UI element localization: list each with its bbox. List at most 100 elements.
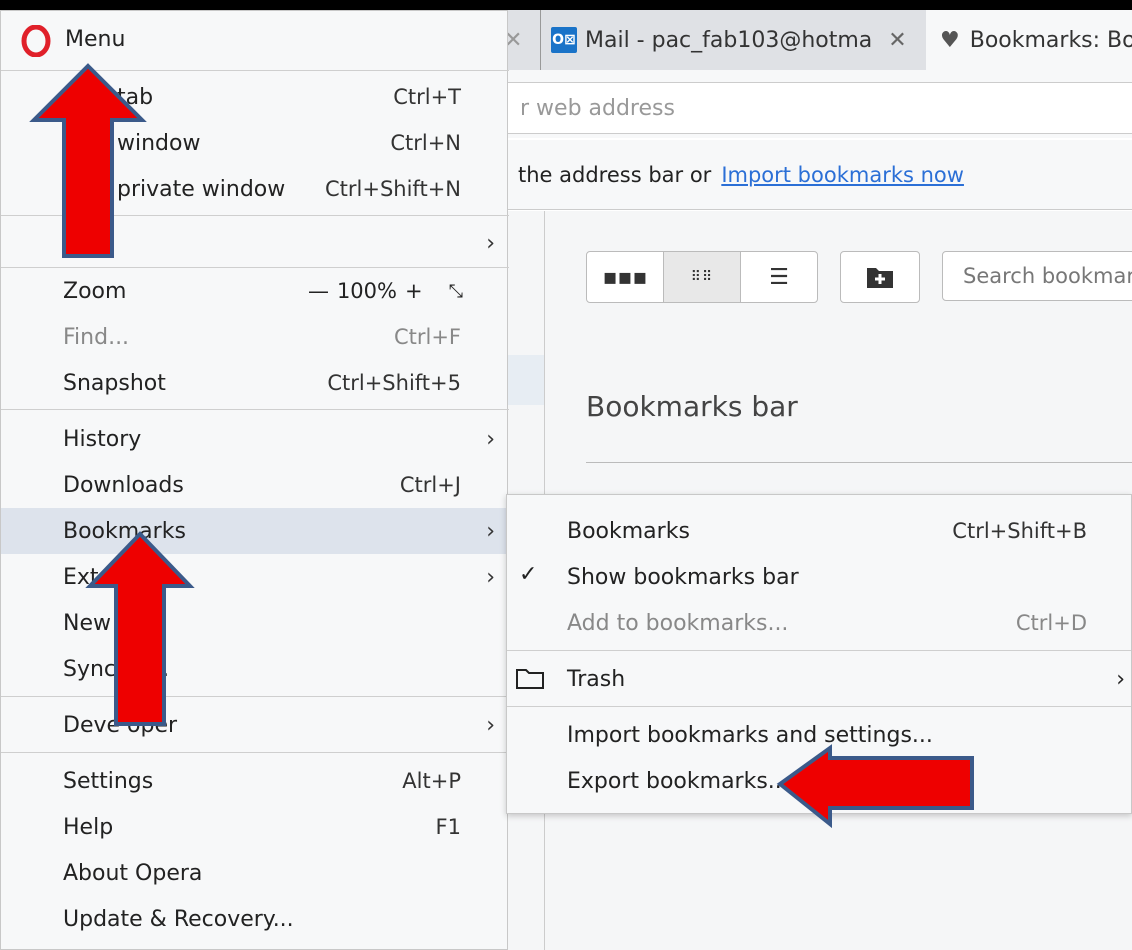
- new-folder-icon: [867, 268, 893, 288]
- chevron-right-icon: ›: [486, 518, 495, 544]
- outlook-icon: O⊠: [551, 27, 577, 53]
- view-mode-group: ▪▪▪ ⠿⠿ ☰: [586, 251, 818, 303]
- submenu-item-label: Add to bookmarks...: [567, 610, 789, 636]
- list-view-button[interactable]: ☰: [741, 252, 817, 302]
- sidebar-selected-item[interactable]: [508, 355, 544, 405]
- submenu-item-label: Bookmarks: [567, 518, 690, 544]
- separator: [1, 752, 509, 753]
- submenu-item-label: Show bookmarks bar: [567, 564, 799, 590]
- folder-icon: [516, 669, 544, 689]
- menu-item-help[interactable]: Help F1: [1, 804, 509, 850]
- new-folder-button[interactable]: [840, 251, 920, 303]
- chevron-right-icon: ›: [486, 712, 495, 738]
- menu-item-news[interactable]: New: [1, 600, 509, 646]
- search-bookmarks-placeholder: Search bookmar: [963, 264, 1132, 288]
- tab-mail-label: Mail - pac_fab103@hotma: [585, 27, 873, 53]
- zoom-in-button[interactable]: +: [405, 279, 423, 303]
- menu-item-snapshot[interactable]: Snapshot Ctrl+Shift+5: [1, 360, 509, 406]
- import-bar: the address bar or Import bookmarks now: [508, 140, 1132, 210]
- menu-item-shortcut: Alt+P: [402, 769, 461, 793]
- menu-item-downloads[interactable]: Downloads Ctrl+J: [1, 462, 509, 508]
- menu-item-synchronize[interactable]: Sync ze...: [1, 646, 509, 692]
- separator: [1, 70, 509, 71]
- minimize-icon[interactable]: ⤡: [449, 281, 463, 302]
- menu-item-label: New: [63, 610, 111, 636]
- opera-main-menu: Menu tab Ctrl+T window Ctrl+N private wi…: [0, 10, 509, 950]
- menu-item-label: Help: [63, 814, 114, 840]
- address-input[interactable]: r web address: [508, 82, 1132, 134]
- menu-item-update-recovery[interactable]: Update & Recovery...: [1, 896, 509, 942]
- chevron-right-icon: ›: [486, 564, 495, 590]
- import-bar-text: the address bar or: [518, 162, 712, 187]
- zoom-control: — 100% + ⤡: [308, 279, 463, 303]
- checkmark-icon: ✓: [519, 562, 538, 587]
- menu-item-settings[interactable]: Settings Alt+P: [1, 758, 509, 804]
- grid-large-button[interactable]: ▪▪▪: [587, 252, 664, 302]
- menu-item-label: Zoom: [63, 278, 127, 304]
- chevron-right-icon: ›: [486, 426, 495, 452]
- heart-icon: ♥: [940, 27, 960, 53]
- menu-item-developer[interactable]: Deve oper ›: [1, 702, 509, 748]
- menu-item-label: Ext: [63, 564, 99, 590]
- submenu-item-trash[interactable]: Trash ›: [507, 656, 1132, 702]
- menu-item-shortcut: Ctrl+T: [393, 85, 461, 109]
- submenu-item-add-to-bookmarks[interactable]: Add to bookmarks... Ctrl+D: [507, 600, 1132, 646]
- menu-item-find[interactable]: Find... Ctrl+F: [1, 314, 509, 360]
- search-bookmarks-input[interactable]: Search bookmar: [942, 251, 1132, 301]
- menu-item-about-opera[interactable]: About Opera: [1, 850, 509, 896]
- menu-item-label: About Opera: [63, 860, 203, 886]
- menu-item-new-tab[interactable]: tab Ctrl+T: [1, 74, 509, 120]
- menu-item-label: Find...: [63, 324, 130, 350]
- menu-item-shortcut: Ctrl+N: [390, 131, 461, 155]
- submenu-item-bookmarks[interactable]: Bookmarks Ctrl+Shift+B: [507, 508, 1132, 554]
- separator: [1, 409, 509, 410]
- menu-item-new-window[interactable]: window Ctrl+N: [1, 120, 509, 166]
- grid-small-icon: ⠿⠿: [690, 269, 714, 285]
- menu-item-history[interactable]: History ›: [1, 416, 509, 462]
- menu-item-label: Bookmarks: [63, 518, 186, 544]
- separator: [1, 215, 509, 216]
- tab-bookmarks[interactable]: ♥ Bookmarks: Bo: [926, 10, 1132, 70]
- section-divider: [586, 462, 1132, 463]
- menu-item-zoom: Zoom — 100% + ⤡: [1, 268, 509, 314]
- menu-item-label: Update & Recovery...: [63, 906, 294, 932]
- bookmarks-submenu: Bookmarks Ctrl+Shift+B ✓ Show bookmarks …: [506, 494, 1132, 814]
- menu-item-label: private window: [117, 176, 286, 202]
- grid-small-button[interactable]: ⠿⠿: [664, 252, 741, 302]
- menu-item-shortcut: Ctrl+Shift+N: [325, 177, 461, 201]
- menu-header[interactable]: Menu: [1, 11, 509, 71]
- menu-item-label: Sync ze...: [63, 656, 170, 682]
- separator: [1, 696, 509, 697]
- opera-logo-icon: [21, 25, 51, 57]
- menu-title: Menu: [65, 27, 126, 52]
- menu-item-new-private-window[interactable]: private window Ctrl+Shift+N: [1, 166, 509, 212]
- separator: [507, 650, 1131, 651]
- tab-bookmarks-label: Bookmarks: Bo: [969, 27, 1132, 53]
- close-icon[interactable]: ✕: [888, 28, 906, 53]
- submenu-item-import-bookmarks[interactable]: Import bookmarks and settings...: [507, 712, 1132, 758]
- menu-item-label: tab: [117, 84, 154, 110]
- menu-item-shortcut: Ctrl+Shift+5: [327, 371, 461, 395]
- menu-item-bookmarks[interactable]: Bookmarks ›: [1, 508, 509, 554]
- menu-item-label: Downloads: [63, 472, 184, 498]
- import-bookmarks-link[interactable]: Import bookmarks now: [721, 163, 964, 187]
- submenu-item-shortcut: Ctrl+D: [1015, 611, 1087, 635]
- submenu-item-show-bookmarks-bar[interactable]: ✓ Show bookmarks bar: [507, 554, 1132, 600]
- address-placeholder: r web address: [520, 95, 675, 121]
- zoom-out-button[interactable]: —: [308, 279, 329, 303]
- tab-mail[interactable]: O⊠ Mail - pac_fab103@hotma ✕: [540, 10, 922, 70]
- menu-item-label: window: [117, 130, 201, 156]
- chevron-right-icon: ›: [486, 230, 495, 256]
- menu-item-label: Settings: [63, 768, 154, 794]
- menu-item-shortcut: Ctrl+J: [399, 473, 461, 497]
- submenu-item-label: Export bookmarks...: [567, 768, 789, 794]
- submenu-item-export-bookmarks[interactable]: Export bookmarks...: [507, 758, 1132, 804]
- menu-item-label: Deve oper: [63, 712, 178, 738]
- menu-item-extensions[interactable]: Ext ›: [1, 554, 509, 600]
- menu-item-shortcut: F1: [435, 815, 461, 839]
- zoom-value: 100%: [336, 279, 397, 303]
- menu-item-page[interactable]: e ›: [1, 220, 509, 266]
- menu-item-label: History: [63, 426, 142, 452]
- submenu-item-shortcut: Ctrl+Shift+B: [952, 519, 1087, 543]
- menu-item-label: Snapshot: [63, 370, 166, 396]
